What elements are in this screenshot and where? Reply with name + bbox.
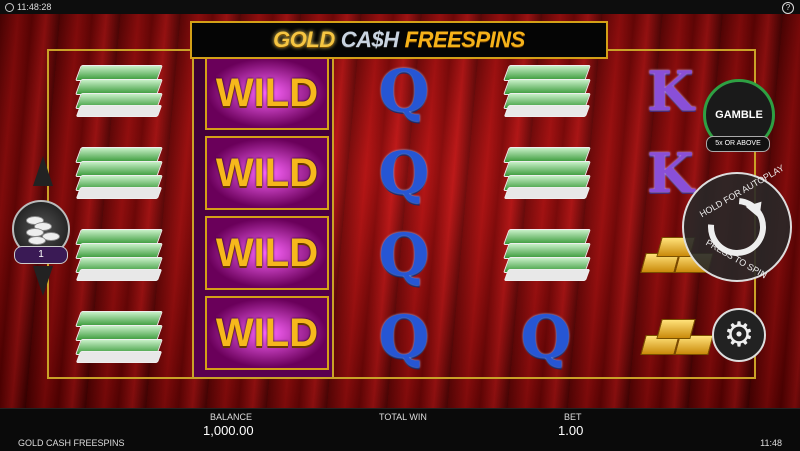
gamble-condition: 5x OR ABOVE [706,136,770,152]
symbol-wild: WILD [198,133,336,213]
status-bar: 11:48:28 ? [0,0,800,14]
game-stage: GOLD CA$H FREESPINS WILD WILD WILD WILD Q … [0,14,800,408]
symbol-money [477,215,615,295]
cash-stack-icon [503,147,591,199]
game-name: GOLD CASH FREESPINS [18,438,125,448]
gear-icon: ⚙ [723,316,755,354]
gold-bars-icon [633,309,719,365]
logo-cash: CA$H [340,27,399,52]
footer-clock: 11:48 [760,438,782,448]
logo-gold: GOLD [273,27,335,52]
symbol-money [477,133,615,213]
settings-button[interactable]: ⚙ [712,308,766,362]
reel-grid: WILD WILD WILD WILD Q Q Q Q Q K K [47,49,756,379]
cash-stack-icon [503,65,591,117]
symbol-money [49,297,187,377]
help-icon[interactable]: ? [782,2,794,14]
total-win-label: TOTAL WIN [379,412,427,422]
game-logo: GOLD CA$H FREESPINS [190,21,608,59]
cash-stack-icon [75,65,163,117]
balance-label: BALANCE [210,412,253,422]
bet-increase-arrow-icon[interactable] [33,156,53,186]
spin-button[interactable]: HOLD FOR AUTOPLAY PRESS TO SPIN [682,163,792,282]
reel-3: Q Q Q Q [335,51,473,377]
symbol-money [477,51,615,131]
symbol-wild: WILD [198,53,336,133]
footer-bar: BALANCE 1,000.00 TOTAL WIN BET 1.00 GOLD… [0,408,800,451]
symbol-wild: WILD [198,293,336,373]
symbol-q: Q [378,139,430,207]
logo-freespins: FREESPINS [404,27,526,52]
bet-label: BET [564,412,582,422]
symbol-money [49,51,187,131]
reel-2: WILD WILD WILD WILD [192,51,334,377]
bet-value: 1.00 [558,423,584,438]
bet-decrease-arrow-icon[interactable] [33,266,53,296]
symbol-q: Q [378,221,430,289]
bet-level-value: 1 [14,246,68,264]
session-time: 11:48:28 [17,2,52,12]
balance-value: 1,000.00 [203,423,254,438]
symbol-q: Q [378,57,430,125]
cash-stack-icon [503,229,591,281]
cash-stack-icon [75,147,163,199]
bet-level-control: 1 [12,156,74,296]
cash-stack-icon [75,229,163,281]
clock-icon [5,3,14,12]
symbol-q: Q [378,303,430,371]
cash-stack-icon [75,311,163,363]
symbol-q: Q [520,303,572,371]
reel-4: Q [477,51,615,377]
symbol-wild: WILD [198,213,336,293]
